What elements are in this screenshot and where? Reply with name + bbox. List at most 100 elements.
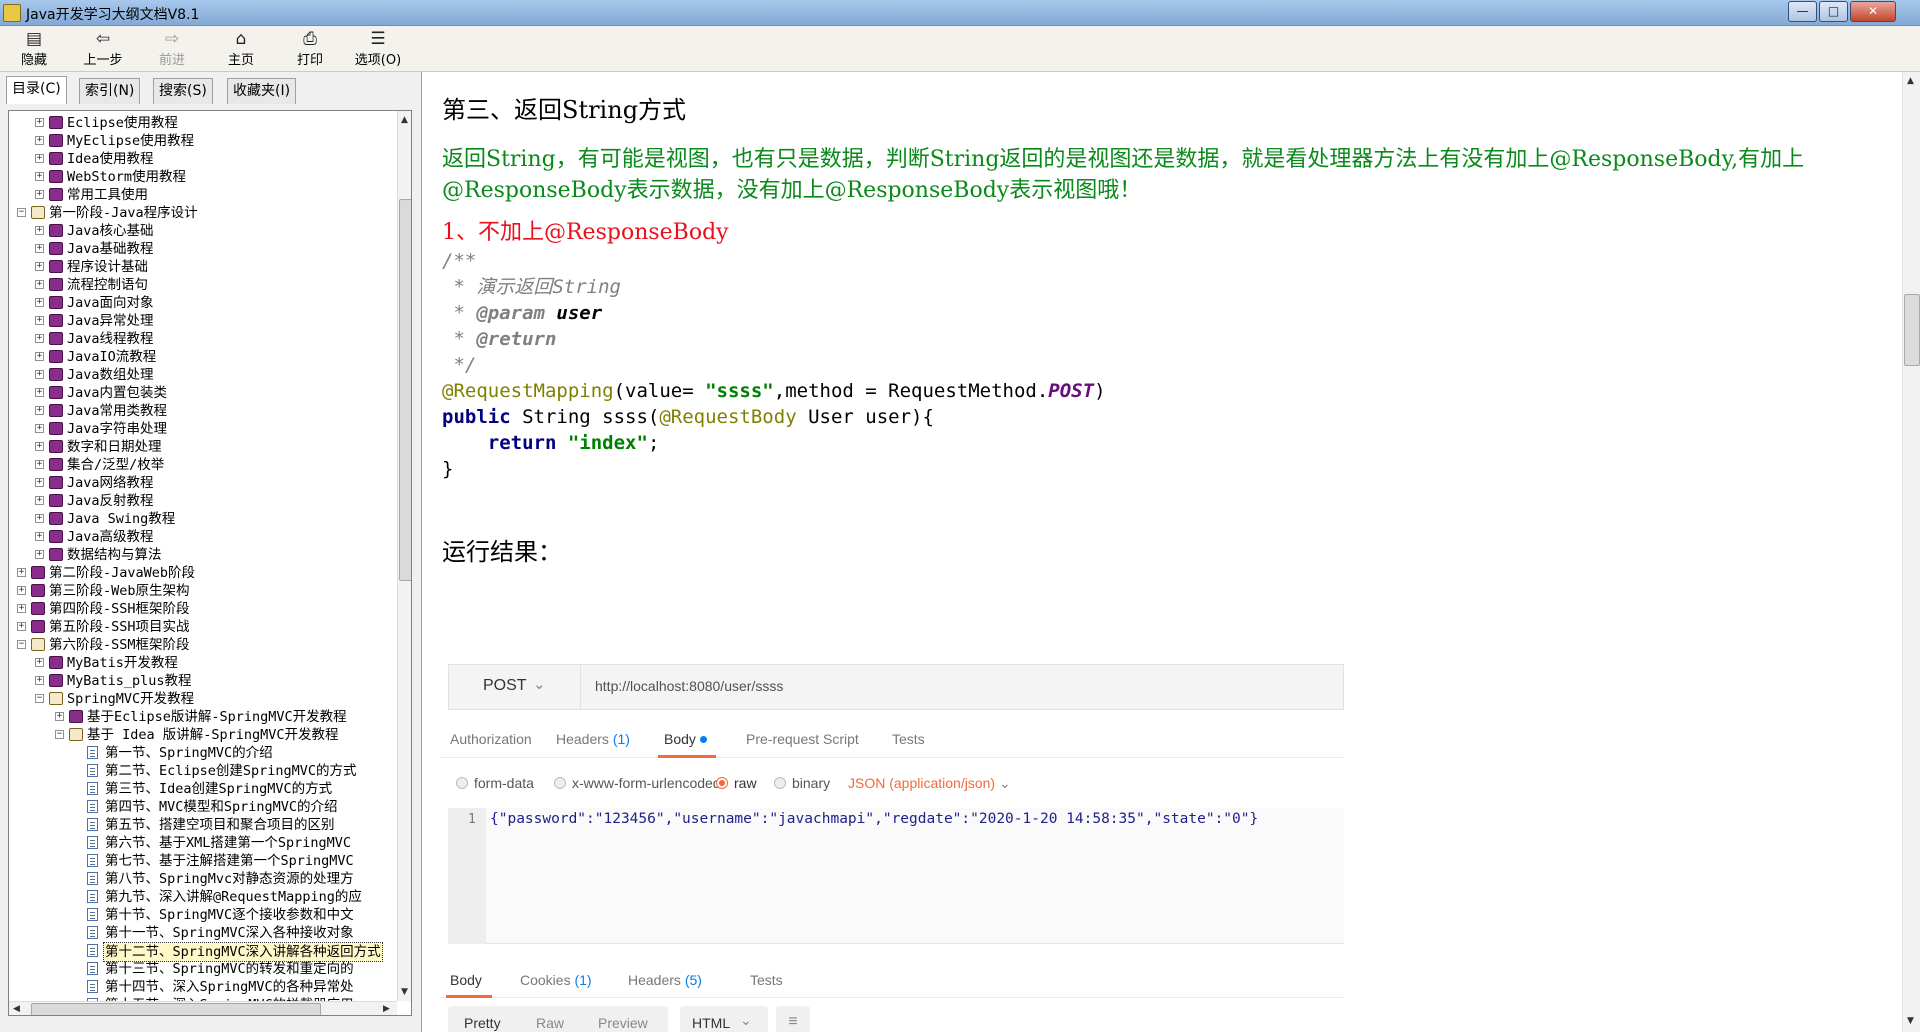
tree-item[interactable]: 第十二节、SpringMVC深入讲解各种返回方式 xyxy=(9,942,397,962)
resp-tab-cookies[interactable]: Cookies (1) xyxy=(520,972,592,988)
tree-item[interactable]: + 数字和日期处理 xyxy=(9,438,397,456)
expand-icon[interactable]: + xyxy=(35,514,44,523)
expand-icon[interactable]: + xyxy=(17,586,26,595)
expand-icon[interactable]: + xyxy=(35,352,44,361)
view-raw[interactable]: Raw xyxy=(536,1015,564,1031)
tree-item[interactable]: + 数据结构与算法 xyxy=(9,546,397,564)
tree-item[interactable]: + 程序设计基础 xyxy=(9,258,397,276)
scroll-up-icon[interactable]: ▲ xyxy=(401,115,408,125)
expand-icon[interactable]: + xyxy=(17,622,26,631)
tree-item[interactable]: + Eclipse使用教程 xyxy=(9,114,397,132)
tab-pre-request-script[interactable]: Pre-request Script xyxy=(746,731,859,747)
scroll-down-icon[interactable]: ▼ xyxy=(1907,1016,1914,1026)
tree-scroll-thumb[interactable] xyxy=(399,199,411,581)
expand-icon[interactable]: + xyxy=(35,676,44,685)
tab-tests[interactable]: Tests xyxy=(892,731,925,747)
tree-item[interactable]: + Java数组处理 xyxy=(9,366,397,384)
content-vertical-scrollbar[interactable]: ▲ ▼ xyxy=(1902,72,1920,1032)
resp-tab-headers[interactable]: Headers (5) xyxy=(628,972,702,988)
tree-item[interactable]: + 第二阶段-JavaWeb阶段 xyxy=(9,564,397,582)
expand-icon[interactable]: + xyxy=(35,244,44,253)
tree-item[interactable]: + 第五阶段-SSH项目实战 xyxy=(9,618,397,636)
tree-item[interactable]: 第七节、基于注解搭建第一个SpringMVC xyxy=(9,852,397,870)
maximize-button[interactable]: □ xyxy=(1819,1,1848,22)
tree-item[interactable]: − 基于 Idea 版讲解-SpringMVC开发教程 xyxy=(9,726,397,744)
tree-item[interactable]: + Java线程教程 xyxy=(9,330,397,348)
expand-icon[interactable]: + xyxy=(35,262,44,271)
format-select[interactable]: HTML ⌄ xyxy=(680,1006,768,1032)
tree-item[interactable]: + Java核心基础 xyxy=(9,222,397,240)
expand-icon[interactable]: + xyxy=(17,604,26,613)
expand-icon[interactable]: + xyxy=(35,154,44,163)
tree-item[interactable]: + Java常用类教程 xyxy=(9,402,397,420)
expand-icon[interactable]: + xyxy=(35,406,44,415)
tab-headers[interactable]: Headers (1) xyxy=(556,731,630,747)
scroll-left-icon[interactable]: ◀ xyxy=(13,1004,20,1014)
radio-binary[interactable]: binary xyxy=(774,775,830,791)
forward-button[interactable]: ⇨ 前进 xyxy=(144,29,200,69)
tree-item[interactable]: 第十一节、SpringMVC深入各种接收对象 xyxy=(9,924,397,942)
wrap-lines-icon[interactable]: ≡ xyxy=(776,1006,810,1032)
print-button[interactable]: ⎙ 打印 xyxy=(282,29,338,69)
tree-item[interactable]: 第十三节、SpringMVC的转发和重定向的 xyxy=(9,960,397,978)
expand-icon[interactable]: + xyxy=(35,424,44,433)
expand-icon[interactable]: + xyxy=(35,370,44,379)
tab-favorites[interactable]: 收藏夹(I) xyxy=(227,78,297,104)
options-button[interactable]: ☰ 选项(O) xyxy=(350,29,406,69)
tree-horizontal-scrollbar[interactable]: ◀ ▶ xyxy=(9,1001,397,1015)
scroll-up-icon[interactable]: ▲ xyxy=(1907,76,1914,86)
view-pretty[interactable]: Pretty xyxy=(464,1015,501,1031)
url-input[interactable]: http://localhost:8080/user/ssss xyxy=(595,678,783,694)
radio-raw[interactable]: raw xyxy=(716,775,757,791)
resp-tab-body[interactable]: Body xyxy=(450,972,482,988)
expand-icon[interactable]: + xyxy=(35,136,44,145)
tree-item[interactable]: + 基于Eclipse版讲解-SpringMVC开发教程 xyxy=(9,708,397,726)
collapse-icon[interactable]: − xyxy=(35,694,44,703)
tree-item[interactable]: + Java内置包装类 xyxy=(9,384,397,402)
tab-body[interactable]: Body xyxy=(664,731,707,747)
tab-authorization[interactable]: Authorization xyxy=(450,731,532,747)
expand-icon[interactable]: + xyxy=(55,712,64,721)
close-button[interactable]: ✕ xyxy=(1850,1,1896,22)
tree-item[interactable]: 第十节、SpringMVC逐个接收参数和中文 xyxy=(9,906,397,924)
view-preview[interactable]: Preview xyxy=(598,1015,648,1031)
back-button[interactable]: ⇦ 上一步 xyxy=(75,29,131,69)
tree-item[interactable]: + 第四阶段-SSH框架阶段 xyxy=(9,600,397,618)
tree-item[interactable]: − SpringMVC开发教程 xyxy=(9,690,397,708)
tree-item[interactable]: + Java Swing教程 xyxy=(9,510,397,528)
tree-hscroll-thumb[interactable] xyxy=(31,1003,321,1015)
expand-icon[interactable]: + xyxy=(35,190,44,199)
tree-item[interactable]: + Java异常处理 xyxy=(9,312,397,330)
tree-item[interactable]: 第六节、基于XML搭建第一个SpringMVC xyxy=(9,834,397,852)
expand-icon[interactable]: + xyxy=(35,226,44,235)
scroll-down-icon[interactable]: ▼ xyxy=(401,987,408,997)
collapse-icon[interactable]: − xyxy=(17,640,26,649)
tree-item[interactable]: + Java高级教程 xyxy=(9,528,397,546)
tree-item[interactable]: + Idea使用教程 xyxy=(9,150,397,168)
tab-index[interactable]: 索引(N) xyxy=(79,78,141,104)
tree-item[interactable]: 第四节、MVC模型和SpringMVC的介绍 xyxy=(9,798,397,816)
body-type-select[interactable]: JSON (application/json) ⌄ xyxy=(848,775,1011,792)
tree-item[interactable]: + MyEclipse使用教程 xyxy=(9,132,397,150)
expand-icon[interactable]: + xyxy=(35,496,44,505)
expand-icon[interactable]: + xyxy=(35,388,44,397)
expand-icon[interactable]: + xyxy=(35,460,44,469)
resp-tab-tests[interactable]: Tests xyxy=(750,972,783,988)
expand-icon[interactable]: + xyxy=(35,280,44,289)
body-editor[interactable]: 1 {"password":"123456","username":"javac… xyxy=(448,808,1344,944)
expand-icon[interactable]: + xyxy=(35,118,44,127)
tree-item[interactable]: − 第一阶段-Java程序设计 xyxy=(9,204,397,222)
collapse-icon[interactable]: − xyxy=(55,730,64,739)
hide-button[interactable]: ▤ 隐藏 xyxy=(6,29,62,69)
tree-item[interactable]: 第二节、Eclipse创建SpringMVC的方式 xyxy=(9,762,397,780)
tree-item[interactable]: + MyBatis开发教程 xyxy=(9,654,397,672)
tree-vertical-scrollbar[interactable]: ▲ ▼ xyxy=(397,111,411,1001)
tree-item[interactable]: + 常用工具使用 xyxy=(9,186,397,204)
tree-item[interactable]: 第八节、SpringMvc对静态资源的处理方 xyxy=(9,870,397,888)
tree-item[interactable]: 第九节、深入讲解@RequestMapping的应 xyxy=(9,888,397,906)
radio-form-data[interactable]: form-data xyxy=(456,775,534,791)
home-button[interactable]: ⌂ 主页 xyxy=(213,29,269,69)
tree-item[interactable]: 第十四节、深入SpringMVC的各种异常处 xyxy=(9,978,397,996)
method-select[interactable]: POST ⌄ xyxy=(449,665,581,709)
expand-icon[interactable]: + xyxy=(35,550,44,559)
